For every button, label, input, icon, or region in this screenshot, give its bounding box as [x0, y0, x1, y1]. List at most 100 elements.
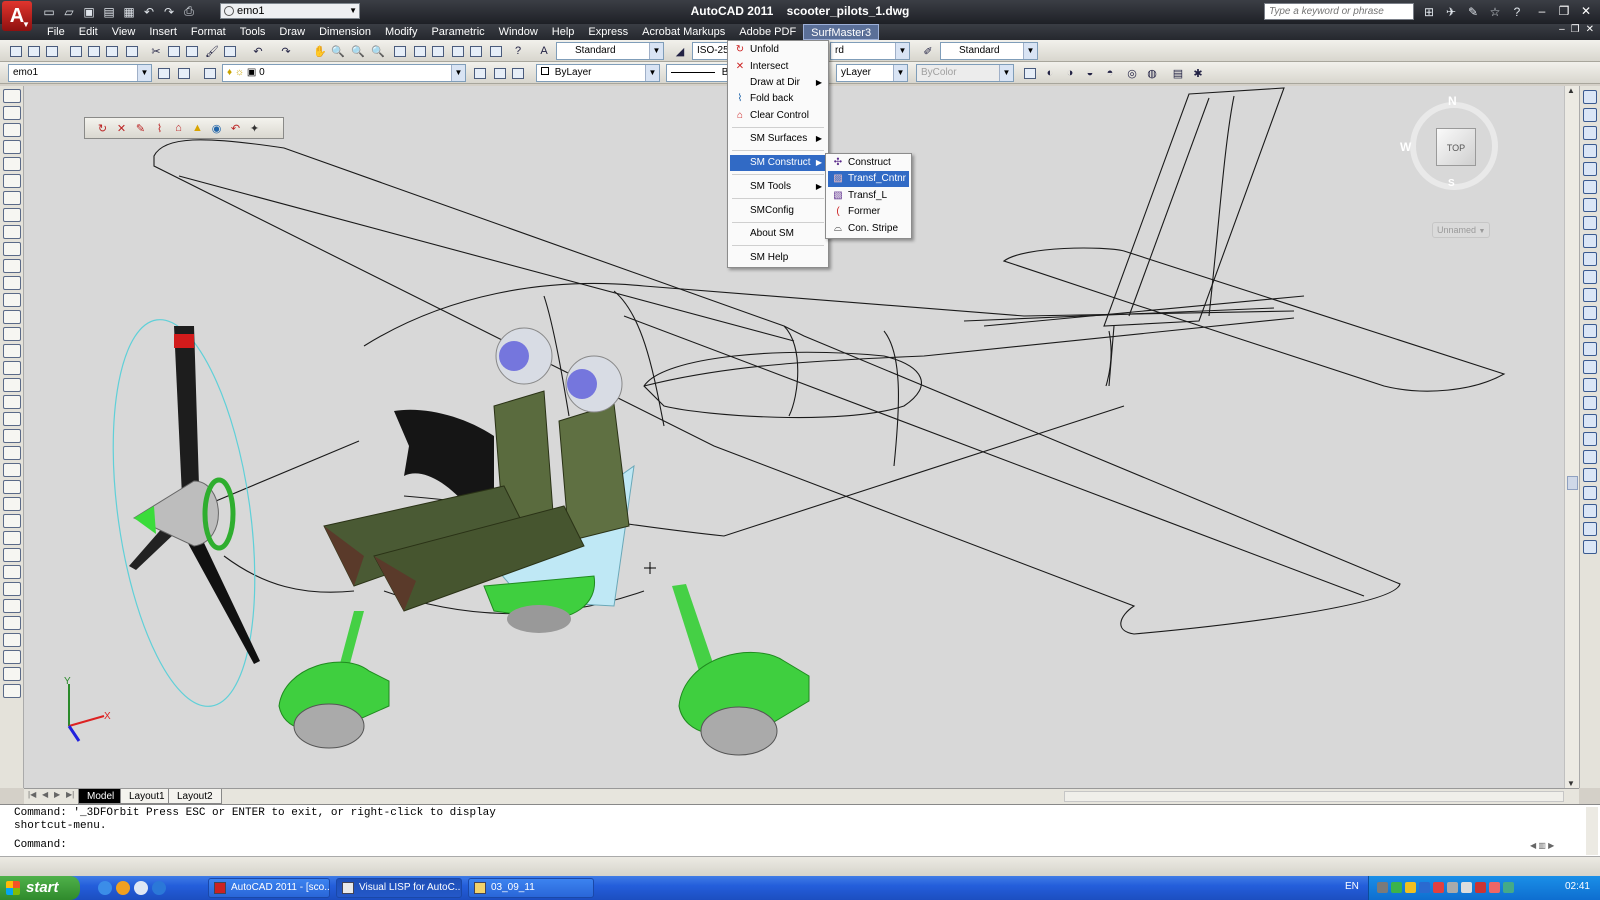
copy-icon[interactable]: [166, 43, 182, 59]
visual-style-icon[interactable]: ◑: [1062, 65, 1078, 81]
markup-pdf-icon[interactable]: ✱: [1190, 65, 1206, 81]
3d-print-icon[interactable]: [124, 43, 140, 59]
revision-cloud-icon[interactable]: [3, 208, 21, 222]
add-selected-icon[interactable]: [3, 412, 21, 426]
start-button[interactable]: start: [0, 876, 80, 900]
arc-icon[interactable]: [3, 174, 21, 188]
hatch-icon[interactable]: [3, 327, 21, 341]
multiline-text-icon[interactable]: [3, 395, 21, 409]
revolve-icon[interactable]: [1583, 144, 1597, 158]
conceptual-style-icon[interactable]: ◓: [1102, 65, 1118, 81]
spline-icon[interactable]: [3, 225, 21, 239]
zoom-realtime-icon[interactable]: 🔍: [330, 43, 346, 59]
menu-item-transf-l[interactable]: ▧ Transf_L: [828, 188, 909, 204]
clear-control-icon[interactable]: ⌂: [171, 121, 186, 136]
3d-move-icon[interactable]: [1583, 198, 1597, 212]
menu-dimension[interactable]: Dimension: [312, 24, 378, 40]
line-icon[interactable]: [3, 89, 21, 103]
menu-item-unfold[interactable]: ↻ Unfold: [730, 42, 826, 58]
save-as-icon[interactable]: ▤: [100, 3, 118, 20]
menu-adobe-pdf[interactable]: Adobe PDF: [732, 24, 803, 40]
offset-icon[interactable]: [3, 480, 21, 494]
mirror-icon[interactable]: [3, 463, 21, 477]
doc-close-icon[interactable]: ✕: [1586, 24, 1594, 35]
browser-icon[interactable]: [152, 881, 166, 895]
menu-help[interactable]: Help: [545, 24, 582, 40]
menu-item-con-stripe[interactable]: ⌓ Con. Stripe: [828, 221, 909, 237]
tool-palettes-icon[interactable]: [430, 43, 446, 59]
save-icon[interactable]: [44, 43, 60, 59]
communication-center-icon[interactable]: ✈: [1442, 3, 1460, 20]
intersect-icon[interactable]: ✕: [114, 121, 129, 136]
multileader-style-icon[interactable]: ✐: [920, 43, 936, 59]
3d-mirror-icon[interactable]: [1583, 252, 1597, 266]
point-icon[interactable]: [3, 310, 21, 324]
command-scroll-nav[interactable]: ◀ ▥ ▶: [1530, 841, 1554, 850]
circle-icon[interactable]: [3, 191, 21, 205]
tray-volume-icon[interactable]: [1447, 882, 1458, 893]
help-search-input[interactable]: [1264, 3, 1414, 20]
taskbar-item-folder[interactable]: 03_09_11: [468, 878, 594, 898]
export-pdf-icon[interactable]: ▤: [1170, 65, 1186, 81]
scroll-down-icon[interactable]: ▼: [1567, 779, 1575, 788]
redo-icon[interactable]: ↷: [160, 3, 178, 20]
properties-icon[interactable]: [392, 43, 408, 59]
erase-icon[interactable]: [3, 429, 21, 443]
layer-state-manager-icon[interactable]: [156, 65, 172, 81]
extract-edges-icon[interactable]: [1583, 486, 1597, 500]
command-input[interactable]: [80, 837, 1480, 851]
tray-app-icon[interactable]: [1489, 882, 1500, 893]
view-icon[interactable]: [1022, 65, 1038, 81]
polyline-icon[interactable]: [3, 123, 21, 137]
menu-parametric[interactable]: Parametric: [424, 24, 491, 40]
new-icon[interactable]: [8, 43, 24, 59]
application-menu-caret-icon[interactable]: ▼: [22, 20, 30, 29]
tab-layout1[interactable]: Layout1: [120, 789, 174, 804]
scroll-thumb[interactable]: [1567, 476, 1578, 490]
open-folder-icon[interactable]: ▱: [60, 3, 78, 20]
layer-properties-icon[interactable]: [202, 65, 218, 81]
menu-format[interactable]: Format: [184, 24, 233, 40]
zoom-previous-icon[interactable]: 🔍: [370, 43, 386, 59]
move-icon[interactable]: [3, 514, 21, 528]
language-indicator[interactable]: EN: [1345, 881, 1359, 892]
color-select[interactable]: ByLayer ▼: [536, 64, 660, 82]
explode-icon[interactable]: [3, 684, 21, 698]
minimize-icon[interactable]: –: [1532, 2, 1552, 20]
publish-icon[interactable]: [104, 43, 120, 59]
menu-modify[interactable]: Modify: [378, 24, 424, 40]
tray-network-icon[interactable]: [1377, 882, 1388, 893]
horizontal-scrollbar[interactable]: [1064, 791, 1564, 802]
3d-rotate-icon[interactable]: [1583, 216, 1597, 230]
tray-adobe-icon[interactable]: [1475, 882, 1486, 893]
save-icon[interactable]: ▣: [80, 3, 98, 20]
3d-orbit-icon[interactable]: ◎: [1124, 65, 1140, 81]
loft-icon[interactable]: [1583, 162, 1597, 176]
first-tab-icon[interactable]: |◀: [28, 790, 36, 799]
realistic-style-icon[interactable]: ◒: [1082, 65, 1098, 81]
help-icon[interactable]: ?: [510, 43, 526, 59]
restore-icon[interactable]: ❐: [1554, 2, 1574, 20]
section-icon[interactable]: [1583, 288, 1597, 302]
layer-settings-icon[interactable]: [176, 65, 192, 81]
viewcube-face[interactable]: TOP: [1436, 128, 1476, 166]
separate-icon[interactable]: [1583, 414, 1597, 428]
tray-chat-icon[interactable]: [1503, 882, 1514, 893]
prev-tab-icon[interactable]: ◀: [42, 790, 48, 799]
ucs-menu-combo[interactable]: Unnamed ▼: [1432, 222, 1490, 238]
draw-at-dir-icon[interactable]: ✎: [133, 121, 148, 136]
surface-icon[interactable]: ◉: [209, 121, 224, 136]
compass-south-label[interactable]: S: [1448, 178, 1455, 189]
workspace-combo[interactable]: emo1 ▼: [220, 3, 360, 19]
make-block-icon[interactable]: [3, 293, 21, 307]
desktop-icon[interactable]: [134, 881, 148, 895]
subtract-icon[interactable]: [1583, 324, 1597, 338]
next-tab-icon[interactable]: ▶: [54, 790, 60, 799]
tab-layout2[interactable]: Layout2: [168, 789, 222, 804]
menu-item-fold-back[interactable]: ⌇ Fold back: [730, 91, 826, 107]
menu-view[interactable]: View: [105, 24, 143, 40]
multileader-style-select[interactable]: Standard ▼: [940, 42, 1038, 60]
ie-icon[interactable]: [98, 881, 112, 895]
shade-mode-icon[interactable]: ◐: [1042, 65, 1058, 81]
menu-surfmaster3[interactable]: SurfMaster3: [803, 24, 880, 40]
